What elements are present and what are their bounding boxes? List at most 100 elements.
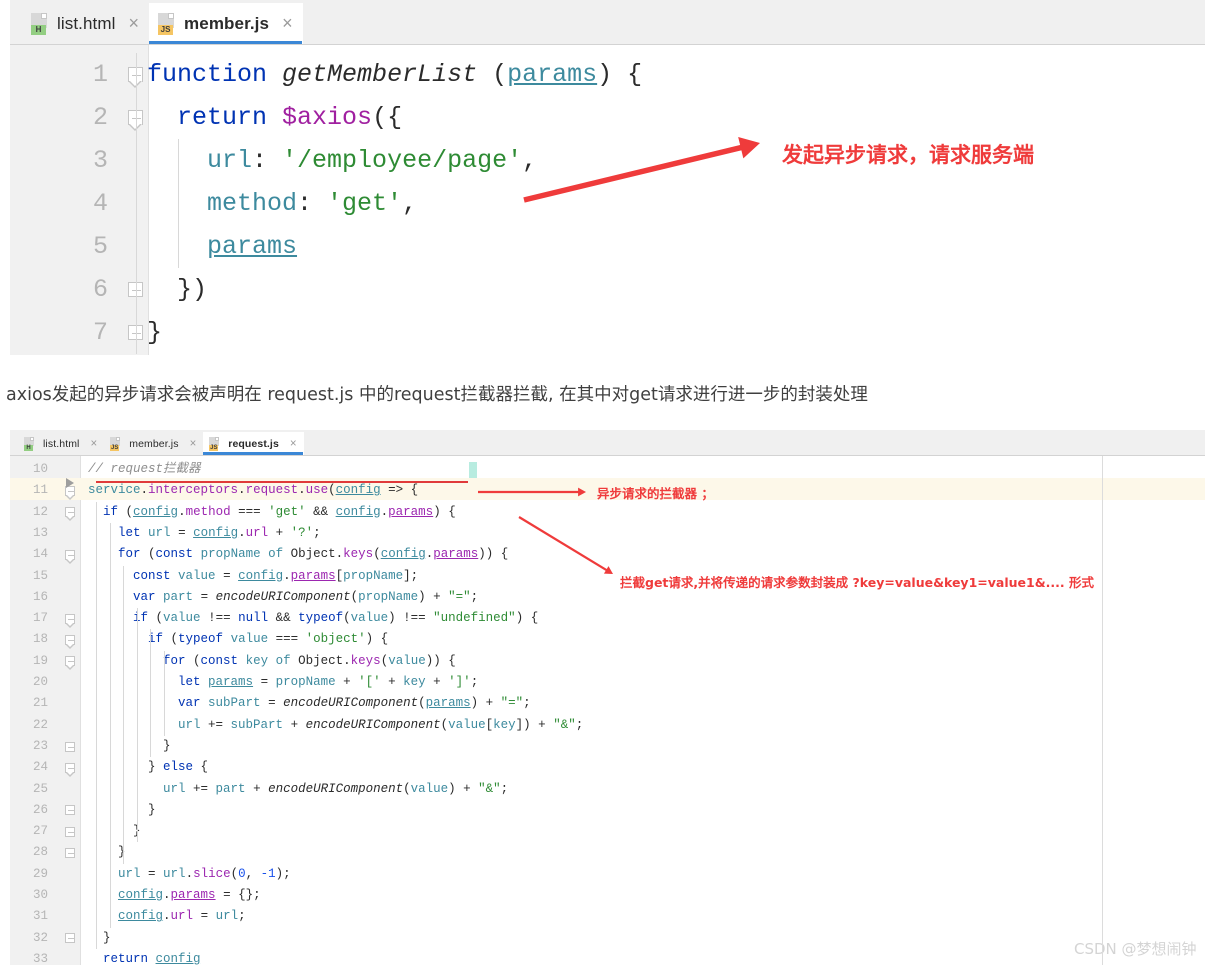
- code-line: service.interceptors.request.use(config …: [88, 483, 419, 498]
- csdn-watermark: CSDN @梦想闹钟: [1074, 940, 1197, 958]
- line-number: 33: [32, 951, 48, 965]
- fold-tip-inner: [66, 493, 74, 498]
- code-line: for (const propName of Object.keys(confi…: [118, 547, 509, 562]
- html-file-icon: H: [31, 12, 51, 35]
- close-icon[interactable]: ×: [290, 438, 297, 450]
- tab-member-js[interactable]: JS member.js ×: [104, 432, 204, 455]
- indent-guide: [110, 522, 111, 928]
- line-number: 23: [32, 738, 48, 753]
- code-line: let url = config.url + '?';: [118, 525, 321, 540]
- tab-member-js[interactable]: JS member.js ×: [149, 3, 303, 44]
- selected-brace: [469, 462, 477, 478]
- js-file-icon: JS: [158, 12, 178, 35]
- fold-minus: [68, 853, 74, 855]
- code-line: // request拦截器: [88, 462, 201, 476]
- tab-label: member.js: [129, 437, 179, 450]
- code-line: var subPart = encodeURIComponent(params)…: [178, 696, 531, 711]
- close-icon[interactable]: ×: [129, 13, 140, 34]
- code-line: } else {: [88, 760, 209, 775]
- close-icon[interactable]: ×: [190, 438, 197, 450]
- fold-tip-inner: [129, 123, 141, 129]
- html-file-icon: H: [24, 436, 37, 451]
- code-line: config.params = {};: [118, 888, 261, 902]
- active-tab-indicator: [149, 41, 302, 44]
- line-number: 19: [32, 653, 48, 668]
- tab-list-html[interactable]: Hlist.html ×: [18, 432, 105, 455]
- fold-strip: [118, 45, 148, 355]
- code-line: url += subPart + encodeURIComponent(valu…: [178, 717, 584, 732]
- indent-guide: [137, 608, 138, 843]
- line-number: 1: [92, 60, 108, 89]
- explanatory-paragraph: axios发起的异步请求会被声明在 request.js 中的request拦截…: [6, 385, 868, 405]
- code-editor-member-js: Hlist.html × JS member.js × 1 function getMem…: [10, 0, 1205, 355]
- indent-guide: [123, 565, 124, 864]
- tab-request-js[interactable]: JS request.js ×: [203, 432, 304, 455]
- tab-label: list.html: [43, 437, 80, 450]
- file-fold: [30, 436, 34, 441]
- fold-marker[interactable]: [65, 741, 75, 752]
- indent-guide: [96, 501, 97, 949]
- line-number: 18: [32, 632, 48, 647]
- code-line: }: [88, 930, 111, 945]
- line-number: 20: [32, 675, 48, 689]
- line-number: 2: [92, 103, 108, 132]
- tab-label: list.html: [57, 13, 116, 33]
- indent-guide: [178, 139, 179, 268]
- line-number: 24: [32, 760, 48, 775]
- code-line: var part = encodeURIComponent(propName) …: [133, 589, 479, 604]
- close-icon[interactable]: ×: [91, 438, 98, 450]
- editor-tab-bar-bottom[interactable]: Hlist.html × JS member.js × JS request.js ×: [10, 430, 1205, 456]
- code-area-bottom[interactable]: 10 // request拦截器 11 service.interceptors.re…: [10, 456, 1205, 965]
- code-line: config.url = url;: [118, 909, 246, 924]
- editor-tab-bar-top[interactable]: Hlist.html × JS member.js ×: [10, 0, 1205, 45]
- fold-tip-inner: [66, 515, 74, 520]
- annotation-text-top: 发起异步请求，请求服务端: [782, 143, 1034, 167]
- line-number: 27: [32, 824, 48, 839]
- code-line: const value = config.params[propName];: [133, 568, 419, 583]
- run-marker-icon[interactable]: [66, 478, 74, 488]
- fold-strip: [58, 456, 80, 965]
- fold-marker[interactable]: [65, 933, 75, 944]
- fold-tip-inner: [66, 770, 74, 775]
- tab-label: request.js: [228, 437, 279, 450]
- close-icon[interactable]: ×: [282, 13, 293, 34]
- gutter-divider: [80, 456, 81, 965]
- code-area-top[interactable]: 1 function getMemberList (params) {2 retu…: [10, 45, 1205, 355]
- code-line: if (value !== null && typeof(value) !== …: [133, 611, 539, 626]
- fold-marker[interactable]: [65, 826, 75, 837]
- line-number: 14: [32, 547, 48, 562]
- line-number: 3: [92, 146, 108, 175]
- code-line: }: [147, 318, 163, 347]
- code-line: if (typeof value === 'object') {: [148, 632, 389, 647]
- file-type-badge: JS: [209, 444, 219, 451]
- line-number: 28: [32, 845, 48, 860]
- fold-tip-inner: [66, 643, 74, 648]
- line-number: 11: [32, 483, 48, 498]
- line-number: 21: [32, 696, 48, 711]
- fold-minus: [68, 746, 74, 748]
- indent-guide: [164, 650, 165, 736]
- file-type-badge: H: [24, 444, 33, 451]
- tab-list-html[interactable]: Hlist.html ×: [22, 3, 150, 44]
- annotation-text-get-wrap: 拦截get请求,并将传递的请求参数封装成 ?key=value&key1=val…: [620, 575, 1094, 590]
- error-underline: [96, 481, 468, 483]
- fold-marker[interactable]: [65, 848, 75, 859]
- right-margin-guide: [1102, 456, 1103, 965]
- file-type-badge: JS: [158, 24, 174, 35]
- code-line: let params = propName + '[' + key + ']';: [178, 675, 479, 689]
- line-number: 15: [32, 568, 48, 583]
- line-number: 10: [32, 462, 48, 476]
- code-line: }: [88, 845, 126, 860]
- code-line: url += part + encodeURIComponent(value) …: [163, 781, 509, 796]
- fold-minus: [68, 512, 74, 514]
- js-file-icon: JS: [209, 436, 222, 451]
- code-line: params: [207, 232, 298, 261]
- code-line: for (const key of Object.keys(value)) {: [163, 653, 456, 668]
- line-number: 13: [32, 525, 48, 540]
- file-fold: [215, 436, 220, 441]
- fold-marker[interactable]: [65, 805, 75, 816]
- fold-tip-inner: [66, 557, 74, 562]
- line-number: 16: [32, 589, 48, 604]
- line-number: 29: [32, 866, 48, 881]
- code-line: function getMemberList (params) {: [147, 60, 643, 89]
